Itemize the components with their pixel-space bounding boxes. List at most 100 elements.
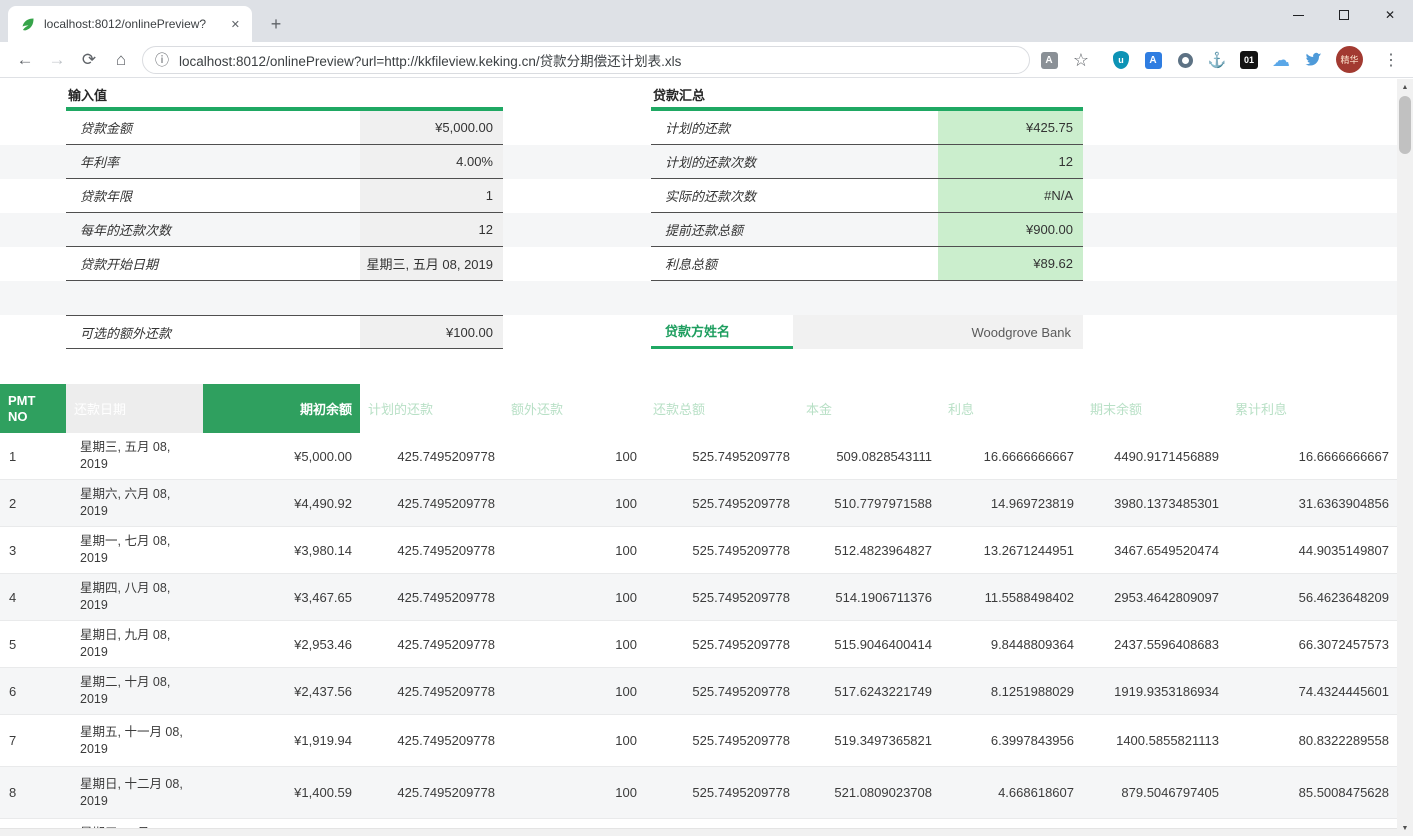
sheet-row: 贷款年限 1 实际的还款次数 #N/A — [0, 179, 1397, 213]
summary-value: #N/A — [938, 179, 1083, 213]
scroll-down-icon[interactable]: ▼ — [1397, 820, 1413, 836]
input-label: 贷款开始日期 — [66, 247, 360, 281]
cell-principal: 514.1906711376 — [798, 583, 940, 612]
cell-scheduled-payment: 425.7495209778 — [360, 583, 503, 612]
bird-extension-icon[interactable] — [1302, 50, 1324, 70]
cell-ending-balance: 3980.1373485301 — [1082, 489, 1227, 518]
header-ending-balance: 期末余额 — [1082, 384, 1227, 433]
cell-principal: 521.0809023708 — [798, 778, 940, 807]
amortization-row: 9 星期三, 一月 08, 2020 ¥879.50 425.749520977… — [0, 819, 1397, 828]
cell-pmt-no: 5 — [0, 630, 66, 659]
new-tab-button[interactable]: + — [262, 10, 290, 38]
cell-opening-balance: ¥2,953.46 — [203, 630, 360, 659]
cell-scheduled-payment: 425.7495209778 — [360, 778, 503, 807]
input-label: 每年的还款次数 — [66, 213, 360, 247]
header-opening-balance: 期初余额 — [203, 384, 360, 433]
cell-payment-date: 星期四, 八月 08, 2019 — [66, 574, 203, 620]
sheet-row: 每年的还款次数 12 提前还款总额 ¥900.00 — [0, 213, 1397, 247]
cell-opening-balance: ¥1,919.94 — [203, 726, 360, 755]
cell-interest: 13.2671244951 — [940, 536, 1082, 565]
url-bar[interactable]: ⓘ localhost:8012/onlinePreview?url=http:… — [142, 46, 1030, 74]
cell-pmt-no: 8 — [0, 778, 66, 807]
summary-value: ¥89.62 — [938, 247, 1083, 281]
cell-pmt-no: 6 — [0, 677, 66, 706]
cell-scheduled-payment: 425.7495209778 — [360, 677, 503, 706]
scroll-up-icon[interactable]: ▲ — [1397, 79, 1413, 95]
translate-icon[interactable]: A — [1038, 50, 1060, 70]
scrollbar-thumb[interactable] — [1399, 96, 1411, 154]
horizontal-scrollbar[interactable] — [0, 828, 1397, 836]
cell-cumulative-interest: 56.4623648209 — [1227, 583, 1397, 612]
tab-strip: localhost:8012/onlinePreview? ✕ + ✕ — [0, 0, 1413, 42]
cell-pmt-no: 7 — [0, 726, 66, 755]
cell-interest: 16.6666666667 — [940, 442, 1082, 471]
page-info-icon[interactable]: ⓘ — [155, 50, 169, 70]
input-value: 4.00% — [360, 145, 503, 179]
minimize-button[interactable] — [1275, 0, 1321, 30]
cell-scheduled-payment: 425.7495209778 — [360, 536, 503, 565]
cell-opening-balance: ¥3,467.65 — [203, 583, 360, 612]
close-button[interactable]: ✕ — [1367, 0, 1413, 30]
maximize-icon — [1339, 10, 1349, 20]
browser-menu-icon[interactable]: ⋮ — [1380, 50, 1402, 70]
anchor-extension-icon[interactable]: ⚓ — [1206, 50, 1228, 70]
input-value: 1 — [360, 179, 503, 213]
input-label: 贷款金额 — [66, 111, 360, 145]
cell-interest: 11.5588498402 — [940, 583, 1082, 612]
section-title-row: 输入值 贷款汇总 — [0, 81, 1397, 111]
cell-cumulative-interest: 16.6666666667 — [1227, 442, 1397, 471]
cell-total-payment: 525.7495209778 — [645, 778, 798, 807]
tab-close-icon[interactable]: ✕ — [227, 16, 244, 33]
reload-button[interactable]: ⟳ — [76, 47, 102, 73]
summary-section-title: 贷款汇总 — [653, 85, 705, 104]
summary-label: 提前还款总额 — [651, 213, 938, 247]
cell-interest: 14.969723819 — [940, 489, 1082, 518]
cell-payment-date: 星期五, 十一月 08, 2019 — [66, 718, 203, 764]
bookmark-star-icon[interactable]: ☆ — [1070, 50, 1092, 70]
cell-cumulative-interest: 31.6363904856 — [1227, 489, 1397, 518]
cell-principal: 512.4823964827 — [798, 536, 940, 565]
cell-opening-balance: ¥3,980.14 — [203, 536, 360, 565]
cell-total-payment: 525.7495209778 — [645, 489, 798, 518]
input-label: 可选的额外还款 — [66, 315, 360, 349]
translate-extension-icon[interactable]: A — [1142, 50, 1164, 70]
cell-extra-payment: 100 — [503, 726, 645, 755]
cell-scheduled-payment: 425.7495209778 — [360, 726, 503, 755]
input-value: 星期三, 五月 08, 2019 — [360, 247, 503, 281]
cell-extra-payment: 100 — [503, 630, 645, 659]
input-value: 12 — [360, 213, 503, 247]
input-value: ¥100.00 — [360, 315, 503, 349]
amortization-row: 4 星期四, 八月 08, 2019 ¥3,467.65 425.7495209… — [0, 574, 1397, 621]
amortization-header: PMT NO 还款日期 期初余额 计划的还款 额外还款 还款总额 本金 利息 期… — [0, 384, 1397, 433]
cell-principal: 510.7797971588 — [798, 489, 940, 518]
cell-extra-payment: 100 — [503, 489, 645, 518]
cell-extra-payment: 100 — [503, 583, 645, 612]
cloud-extension-icon[interactable]: ☁ — [1270, 50, 1292, 70]
back-button[interactable]: ← — [12, 47, 38, 73]
amortization-row: 6 星期二, 十月 08, 2019 ¥2,437.56 425.7495209… — [0, 668, 1397, 715]
cell-opening-balance: ¥5,000.00 — [203, 442, 360, 471]
home-button[interactable]: ⌂ — [108, 47, 134, 73]
cell-payment-date: 星期日, 十二月 08, 2019 — [66, 770, 203, 816]
onetab-extension-icon[interactable]: 01 — [1238, 50, 1260, 70]
header-extra-payment: 额外还款 — [503, 384, 645, 433]
cell-total-payment: 525.7495209778 — [645, 442, 798, 471]
summary-value: 12 — [938, 145, 1083, 179]
cell-ending-balance: 879.5046797405 — [1082, 778, 1227, 807]
url-text: localhost:8012/onlinePreview?url=http://… — [179, 50, 681, 70]
opera-extension-icon[interactable] — [1174, 50, 1196, 70]
vertical-scrollbar[interactable]: ▲ ▼ — [1397, 79, 1413, 836]
shield-extension-icon[interactable]: u — [1110, 50, 1132, 70]
maximize-button[interactable] — [1321, 0, 1367, 30]
browser-tab[interactable]: localhost:8012/onlinePreview? ✕ — [8, 6, 252, 42]
amortization-row: 3 星期一, 七月 08, 2019 ¥3,980.14 425.7495209… — [0, 527, 1397, 574]
profile-avatar[interactable]: 精华 — [1336, 46, 1363, 73]
amortization-row: 8 星期日, 十二月 08, 2019 ¥1,400.59 425.749520… — [0, 767, 1397, 819]
cell-scheduled-payment: 425.7495209778 — [360, 630, 503, 659]
cell-total-payment: 525.7495209778 — [645, 677, 798, 706]
header-cumulative-interest: 累计利息 — [1227, 384, 1397, 433]
summary-label: 计划的还款次数 — [651, 145, 938, 179]
cell-cumulative-interest: 74.4324445601 — [1227, 677, 1397, 706]
summary-value: ¥900.00 — [938, 213, 1083, 247]
forward-button[interactable]: → — [44, 47, 70, 73]
